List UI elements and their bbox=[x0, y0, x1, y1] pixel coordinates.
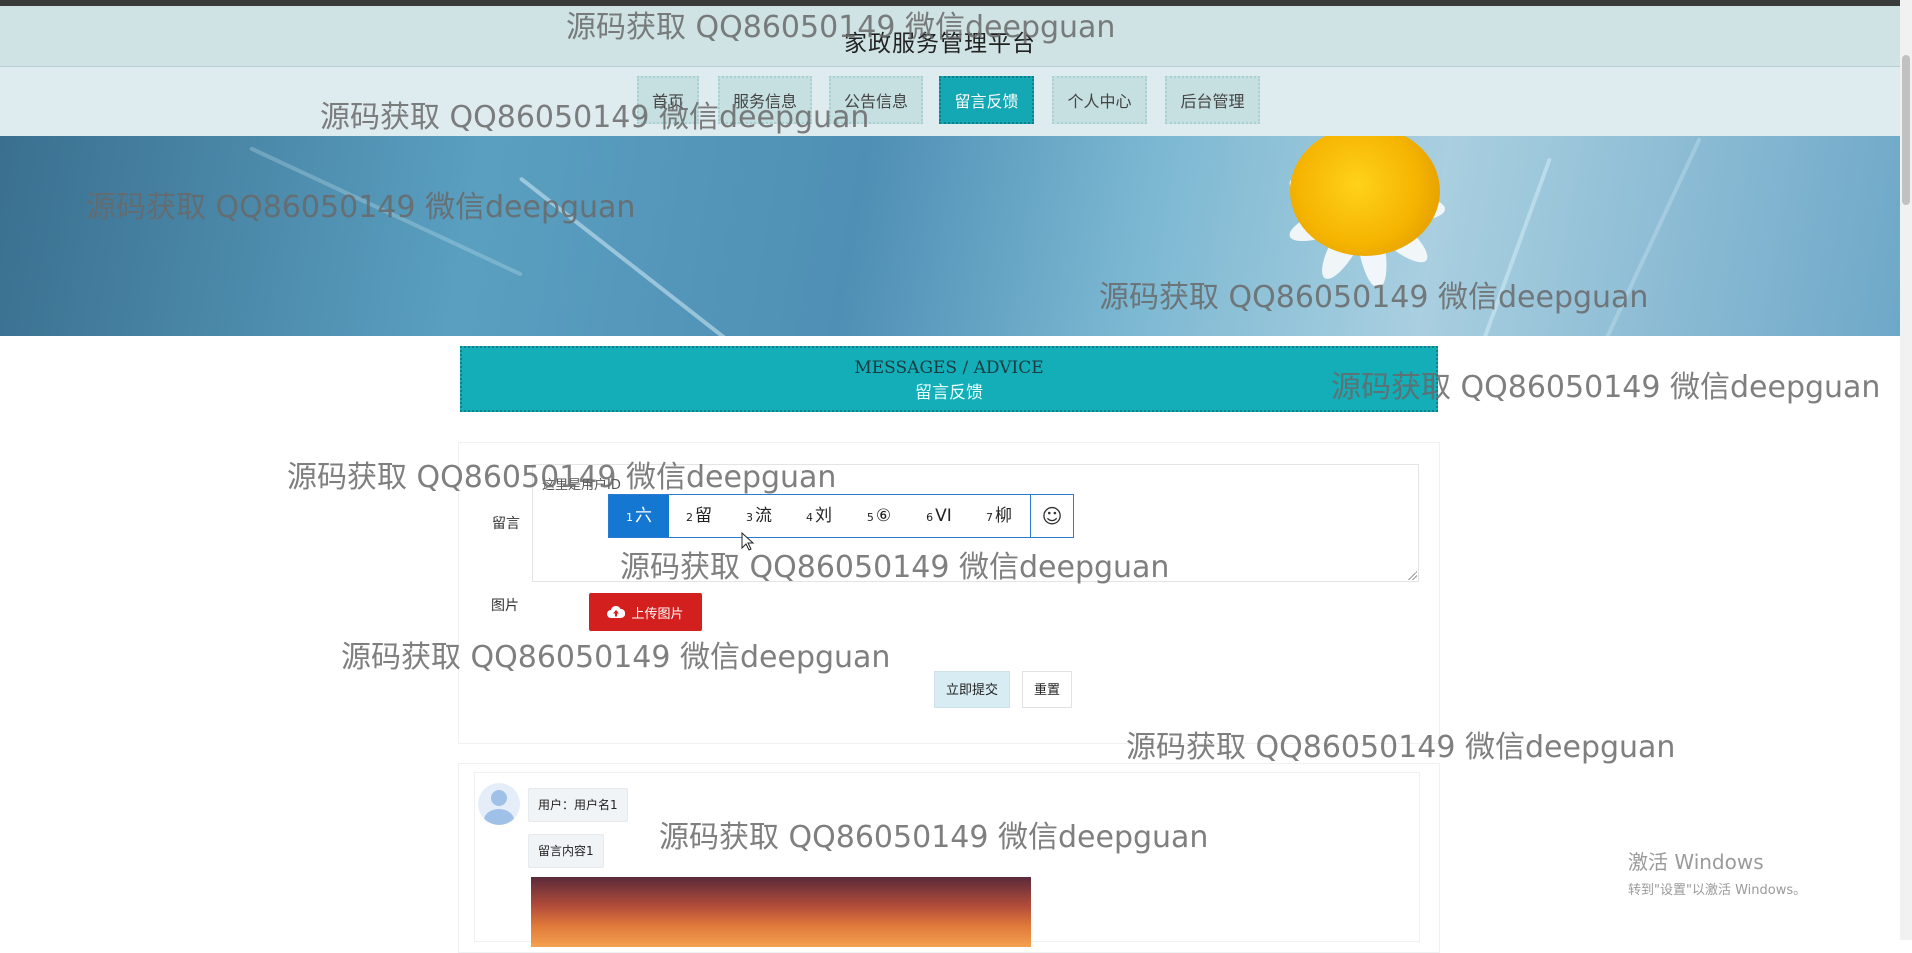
candidate-text: 刘 bbox=[815, 506, 832, 526]
section-title-cn: 留言反馈 bbox=[915, 383, 983, 403]
ime-candidate-1[interactable]: 1六 bbox=[609, 495, 669, 537]
activation-title: 激活 Windows bbox=[1628, 850, 1764, 874]
candidate-number: 5 bbox=[866, 511, 874, 524]
candidate-number: 6 bbox=[926, 511, 934, 524]
main-nav: 首页 服务信息 公告信息 留言反馈 个人中心 后台管理 bbox=[0, 67, 1900, 136]
nav-services[interactable]: 服务信息 bbox=[718, 76, 812, 124]
cloud-upload-icon bbox=[607, 605, 626, 618]
mouse-cursor-icon bbox=[741, 532, 755, 551]
emoji-icon[interactable]: ☺ bbox=[1030, 495, 1073, 537]
candidate-number: 2 bbox=[686, 511, 693, 524]
message-image bbox=[531, 877, 1031, 947]
nav-admin[interactable]: 后台管理 bbox=[1165, 76, 1260, 124]
section-title-en: MESSAGES / ADVICE bbox=[854, 358, 1044, 378]
site-title: 家政服务管理平台 bbox=[844, 31, 1036, 57]
message-label: 留言 bbox=[492, 516, 520, 532]
candidate-number: 1 bbox=[626, 511, 633, 524]
hero-banner-image bbox=[0, 136, 1900, 336]
upload-image-button[interactable]: 上传图片 bbox=[589, 593, 702, 631]
nav-personal-center[interactable]: 个人中心 bbox=[1052, 76, 1147, 124]
candidate-number: 7 bbox=[986, 511, 993, 524]
nav-home[interactable]: 首页 bbox=[637, 76, 699, 124]
candidate-text: ⑥ bbox=[875, 506, 892, 526]
candidate-text: 留 bbox=[695, 506, 712, 526]
candidate-text: VI bbox=[935, 506, 952, 526]
ime-candidate-6[interactable]: 6 VI bbox=[909, 495, 969, 537]
section-heading: MESSAGES / ADVICE 留言反馈 bbox=[460, 346, 1438, 412]
nav-notices[interactable]: 公告信息 bbox=[829, 76, 923, 124]
upload-button-label: 上传图片 bbox=[631, 606, 684, 622]
site-header: 家政服务管理平台 bbox=[0, 6, 1900, 67]
candidate-number: 3 bbox=[746, 511, 753, 524]
textarea-resize-handle[interactable] bbox=[1407, 570, 1417, 580]
user-avatar-icon bbox=[478, 783, 520, 825]
windows-activation-notice: 激活 Windows 转到"设置"以激活 Windows。 bbox=[1628, 846, 1806, 898]
message-content: 留言内容1 bbox=[528, 834, 604, 868]
reset-button[interactable]: 重置 bbox=[1022, 671, 1072, 708]
candidate-text: 六 bbox=[635, 506, 652, 526]
ime-candidate-3[interactable]: 3流 bbox=[729, 495, 789, 537]
message-input-text: 这里是用户ID bbox=[542, 478, 621, 493]
nav-feedback[interactable]: 留言反馈 bbox=[939, 76, 1034, 124]
ime-candidate-4[interactable]: 4刘 bbox=[789, 495, 849, 537]
message-user: 用户：用户名1 bbox=[528, 788, 628, 822]
ime-candidate-5[interactable]: 5⑥ bbox=[849, 495, 909, 537]
scrollbar-thumb[interactable] bbox=[1902, 55, 1910, 205]
ime-candidate-7[interactable]: 7柳 bbox=[969, 495, 1029, 537]
ime-candidate-window[interactable]: 1六 2留 3流 4刘 5⑥ 6 VI 7柳 ☺ bbox=[608, 494, 1074, 538]
ime-candidate-2[interactable]: 2留 bbox=[669, 495, 729, 537]
image-label: 图片 bbox=[491, 598, 519, 614]
candidate-text: 柳 bbox=[995, 506, 1012, 526]
candidate-text: 流 bbox=[755, 506, 772, 526]
candidate-number: 4 bbox=[806, 511, 813, 524]
activation-subtitle: 转到"设置"以激活 Windows。 bbox=[1628, 883, 1807, 898]
submit-button[interactable]: 立即提交 bbox=[934, 671, 1010, 708]
